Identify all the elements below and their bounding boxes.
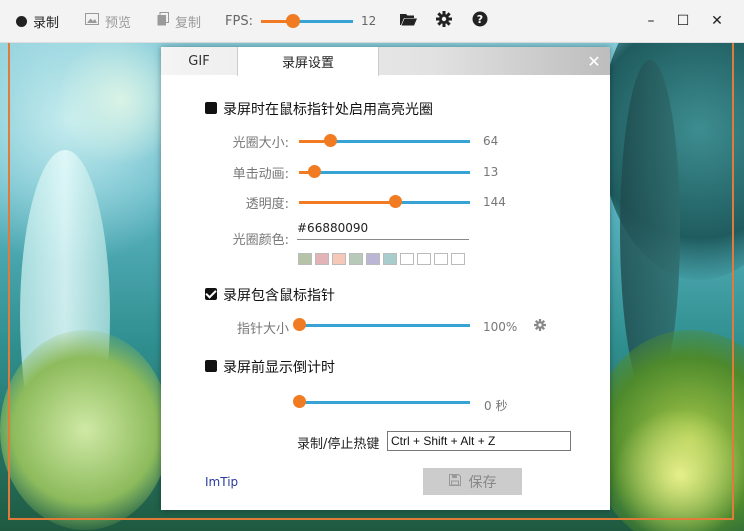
halo-size-value: 64 — [483, 134, 499, 148]
floppy-disk-icon — [448, 473, 461, 490]
countdown-checkbox[interactable] — [205, 360, 217, 372]
save-label: 保存 — [468, 474, 497, 491]
preview-button[interactable]: 预览 — [69, 0, 141, 42]
save-button[interactable]: 保存 — [423, 468, 522, 495]
color-swatch[interactable] — [349, 253, 363, 265]
include-cursor-checkbox[interactable] — [205, 288, 217, 300]
halo-size-slider[interactable] — [299, 133, 470, 149]
halo-color-label: 光圈颜色: — [232, 233, 289, 248]
color-swatch[interactable] — [298, 253, 312, 265]
color-swatch[interactable] — [332, 253, 346, 265]
click-animation-value: 13 — [483, 165, 499, 179]
halo-size-thumb[interactable] — [323, 134, 337, 147]
color-swatch[interactable] — [451, 253, 465, 265]
fps-label: FPS: — [225, 13, 253, 29]
include-cursor-title: 录屏包含鼠标指针 — [223, 288, 335, 304]
fps-value: 12 — [361, 14, 377, 28]
close-button[interactable]: ✕ — [700, 0, 734, 42]
open-folder-button[interactable] — [390, 0, 426, 42]
cursor-size-value: 100% — [483, 320, 518, 334]
dialog-close-icon[interactable]: ✕ — [584, 51, 604, 71]
countdown-value: 0 秒 — [484, 399, 508, 413]
countdown-slider[interactable] — [293, 394, 470, 410]
countdown-title: 录屏前显示倒计时 — [223, 360, 335, 376]
opacity-label: 透明度: — [245, 197, 289, 212]
color-swatch[interactable] — [315, 253, 329, 265]
opacity-slider[interactable] — [299, 194, 470, 210]
cursor-size-label: 指针大小 — [236, 322, 289, 337]
hotkey-label: 录制/停止热键 — [297, 437, 380, 452]
click-animation-slider[interactable] — [299, 164, 470, 180]
highlight-checkbox[interactable] — [205, 102, 217, 114]
opacity-value: 144 — [483, 195, 506, 209]
opacity-thumb[interactable] — [388, 195, 402, 208]
preview-label: 预览 — [105, 15, 132, 31]
highlight-title: 录屏时在鼠标指针处启用高亮光圈 — [223, 102, 433, 118]
help-icon: ? — [472, 11, 488, 31]
cursor-size-thumb[interactable] — [293, 318, 306, 331]
gear-icon — [436, 11, 453, 31]
tab-gif[interactable]: GIF — [161, 47, 237, 75]
record-label: 录制 — [33, 15, 60, 31]
tab-record-settings[interactable]: 录屏设置 — [237, 47, 379, 76]
settings-dialog: GIF 录屏设置 ✕ 录屏时在鼠标指针处启用高亮光圈 光圈大小: 64 单击动画… — [161, 47, 610, 510]
tab-bar: GIF 录屏设置 ✕ — [161, 47, 610, 76]
image-icon — [85, 13, 100, 29]
color-swatches — [298, 253, 468, 265]
svg-text:?: ? — [477, 13, 483, 26]
settings-button[interactable] — [426, 0, 462, 42]
cursor-settings-gear-icon[interactable] — [534, 319, 546, 335]
copy-icon — [157, 12, 170, 30]
record-button[interactable]: 录制 — [0, 0, 69, 42]
color-swatch[interactable] — [383, 253, 397, 265]
help-button[interactable]: ? — [462, 0, 498, 42]
main-toolbar: 录制 预览 复制 FPS: 12 ? – ☐ ✕ — [0, 0, 744, 43]
minimize-button[interactable]: – — [634, 0, 668, 42]
cursor-size-slider[interactable] — [293, 317, 470, 333]
halo-color-input[interactable]: #66880090 — [297, 221, 469, 240]
maximize-button[interactable]: ☐ — [666, 0, 700, 42]
copy-button[interactable]: 复制 — [141, 0, 211, 42]
color-swatch[interactable] — [366, 253, 380, 265]
record-icon — [16, 15, 27, 27]
halo-size-label: 光圈大小: — [232, 136, 289, 151]
imtip-link[interactable]: ImTip — [205, 475, 238, 489]
countdown-thumb[interactable] — [293, 395, 306, 408]
copy-label: 复制 — [175, 15, 202, 31]
color-swatch[interactable] — [400, 253, 414, 265]
fps-slider-thumb[interactable] — [286, 14, 301, 28]
click-animation-label: 单击动画: — [232, 167, 289, 182]
color-swatch[interactable] — [417, 253, 431, 265]
fps-slider[interactable] — [261, 14, 353, 28]
color-swatch[interactable] — [434, 253, 448, 265]
hotkey-input[interactable] — [387, 431, 571, 451]
click-animation-thumb[interactable] — [308, 165, 322, 178]
folder-open-icon — [399, 13, 417, 30]
